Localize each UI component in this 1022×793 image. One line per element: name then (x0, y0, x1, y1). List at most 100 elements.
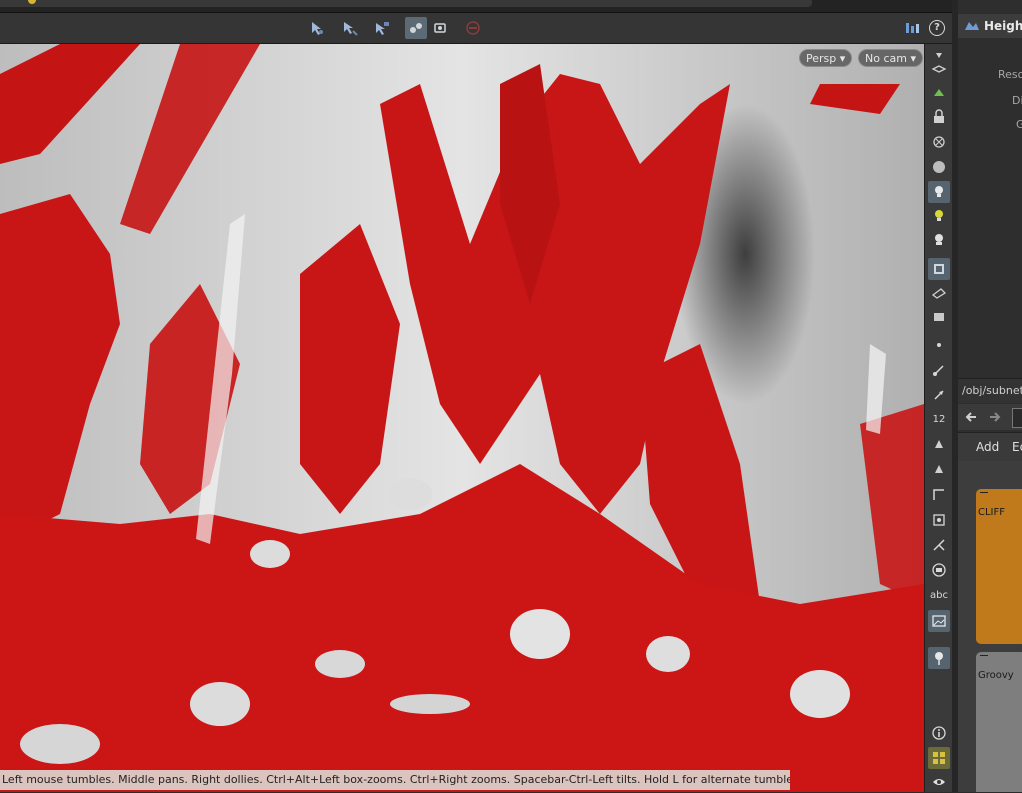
background-button[interactable] (928, 559, 950, 581)
lighting-button[interactable] (928, 181, 950, 203)
text-overlay-button[interactable]: abc (928, 584, 950, 606)
node-groovy[interactable]: Groovy (976, 652, 1022, 792)
eye-icon (933, 779, 945, 785)
edge-icon (933, 489, 944, 500)
primitive-numbers-button[interactable] (928, 458, 950, 480)
pane-tab[interactable] (0, 0, 812, 7)
hand-icon (935, 440, 943, 448)
vectors-button[interactable] (928, 384, 950, 406)
back-arrow-icon[interactable] (964, 409, 980, 425)
camera-menu[interactable]: No cam ▾ (858, 49, 923, 67)
primitive-display-button[interactable] (928, 433, 950, 455)
select-arrow-icon (312, 22, 323, 35)
network-path: /obj/subnet1/ (962, 384, 1022, 397)
ambient-occlusion-button[interactable] (928, 229, 950, 251)
ghost-icon (934, 89, 944, 96)
network-editor[interactable]: CLIFF Groovy (958, 461, 1022, 792)
render-icon (934, 313, 944, 321)
node-cliff[interactable]: CLIFF (976, 489, 1022, 644)
help-button[interactable]: ? (926, 17, 948, 39)
text-overlay-label: abc (930, 589, 948, 601)
light-yellow-icon (935, 210, 943, 221)
texture-button[interactable] (928, 258, 950, 280)
edge-display-button[interactable] (928, 484, 950, 506)
texture-icon (934, 264, 944, 274)
camera-label: No cam (865, 52, 907, 65)
chevron-down-icon: ▾ (910, 52, 916, 65)
display-options-button[interactable] (901, 17, 923, 39)
pose-icon (410, 23, 422, 33)
scene-viewport[interactable]: Persp ▾ No cam ▾ (0, 44, 924, 792)
snap-tool-button[interactable] (429, 17, 451, 39)
grid-snap-button[interactable] (928, 509, 950, 531)
normals-button[interactable] (928, 359, 950, 381)
lock-icon (934, 109, 944, 123)
visibility-eye-button[interactable] (928, 771, 950, 793)
edit-menu[interactable]: Ec (1012, 440, 1022, 454)
numbers-label: 12 (932, 413, 946, 425)
parameter-header: HeightF (958, 14, 1022, 38)
param-label-grid: G (1016, 118, 1022, 131)
param-label-division: Di (1012, 94, 1022, 107)
headlight-button[interactable] (928, 205, 950, 227)
bulb-icon (935, 186, 943, 197)
bars-icon (906, 23, 919, 33)
image-icon (932, 615, 946, 627)
normal-icon (933, 365, 944, 376)
select-tool-button[interactable] (306, 17, 328, 39)
display-layers-button[interactable] (928, 58, 950, 80)
collapse-icon[interactable] (980, 492, 988, 493)
snap-icon (434, 23, 446, 33)
point-icon (937, 343, 941, 347)
render-button[interactable] (928, 306, 950, 328)
perspective-menu[interactable]: Persp ▾ (799, 49, 853, 67)
move-arrow-icon (344, 22, 358, 36)
lock-button[interactable] (928, 106, 950, 128)
skull-light-icon (935, 234, 943, 245)
perspective-label: Persp (806, 52, 837, 65)
network-menu-bar: Add Ec (958, 432, 1022, 461)
layers-icon (931, 65, 947, 73)
x-circle-icon (933, 136, 945, 148)
help-icon: ? (929, 20, 945, 36)
path-field[interactable] (1012, 408, 1022, 428)
grid-icon (933, 514, 945, 526)
sphere-icon (933, 161, 945, 173)
disabled-tool-button[interactable] (462, 17, 484, 39)
shading-sphere-button[interactable] (928, 156, 950, 178)
info-icon (932, 726, 946, 740)
no-entry-icon (466, 21, 480, 35)
ghost-button[interactable] (928, 82, 950, 104)
collapse-icon[interactable] (980, 655, 988, 656)
display-toolbar: 12 abc (924, 44, 953, 792)
point-display-button[interactable] (928, 334, 950, 356)
vector-icon (934, 390, 944, 400)
node-label: Groovy (978, 670, 1014, 681)
handle-arrow-icon (376, 22, 389, 35)
add-menu[interactable]: Add (976, 440, 999, 454)
right-pane: HeightF Reso Di G /obj/subnet1/ Add Ec C… (958, 0, 1022, 792)
terrain-render (0, 44, 924, 792)
pose-tool-button[interactable] (405, 17, 427, 39)
node-name: HeightF (984, 19, 1022, 33)
camera-icon (931, 288, 947, 299)
pin-viewport-button[interactable] (928, 647, 950, 669)
camera-tool-button[interactable] (928, 282, 950, 304)
four-panes-icon (933, 752, 945, 764)
chevron-down-icon: ▾ (839, 52, 846, 65)
image-plane-button[interactable] (928, 610, 950, 632)
heightfield-node-icon (965, 22, 979, 30)
move-tool-button[interactable] (339, 17, 361, 39)
info-button[interactable] (928, 722, 950, 744)
wire-button[interactable] (928, 534, 950, 556)
pin-icon (935, 652, 943, 665)
prim-number-icon (935, 465, 943, 473)
handle-tool-button[interactable] (371, 17, 393, 39)
point-numbers-button[interactable]: 12 (928, 408, 950, 430)
wire-icon (933, 539, 945, 551)
visibility-button[interactable] (928, 131, 950, 153)
param-label-resolution: Reso (998, 68, 1022, 81)
forward-arrow-icon[interactable] (986, 409, 1002, 425)
layout-button[interactable] (928, 747, 950, 769)
network-path-bar[interactable]: /obj/subnet1/ (958, 378, 1022, 403)
